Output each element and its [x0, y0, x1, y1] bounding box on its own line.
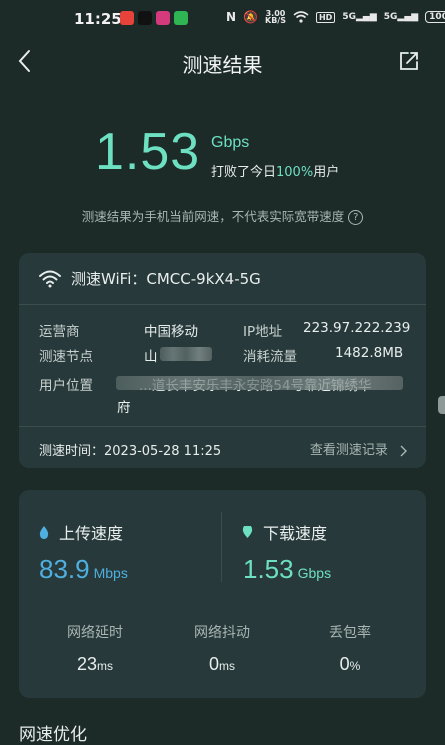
- download-label-row: 下载速度: [242, 520, 327, 544]
- side-pull-handle[interactable]: [438, 396, 445, 414]
- divider: [221, 512, 222, 582]
- packet-loss-value: 0%: [339, 654, 361, 674]
- signal-icon-1: 5G▂▄▆: [342, 12, 377, 22]
- carrier-label: 运营商: [39, 324, 80, 340]
- location-label: 用户位置: [39, 378, 93, 394]
- nav-bar: 测速结果: [0, 40, 445, 82]
- packet-loss-label: 丢包率: [329, 625, 371, 641]
- chevron-right-icon: [400, 445, 407, 456]
- wifi-icon: [39, 270, 61, 287]
- wifi-row: 测速WiFi：CMCC-9kX4-5G: [39, 268, 261, 289]
- upload-value: 83.9 Mbps: [39, 554, 128, 584]
- redacted-location: [116, 376, 403, 390]
- help-icon[interactable]: ?: [348, 210, 364, 225]
- test-info-card: 测速WiFi：CMCC-9kX4-5G 运营商 中国移动 IP地址 223.97…: [19, 253, 426, 468]
- status-time: 11:25: [74, 10, 122, 28]
- tiktok-app-icon: [138, 11, 152, 25]
- test-time: 测速时间：2023-05-28 11:25: [39, 444, 222, 459]
- packet-loss-metric: 丢包率 0%: [290, 622, 410, 675]
- traffic-label: 消耗流量: [243, 349, 297, 365]
- jitter-value: 0ms: [208, 654, 235, 674]
- jitter-metric: 网络抖动 0ms: [162, 622, 282, 675]
- upload-drop-icon: [39, 525, 49, 539]
- status-app-icons: [120, 11, 188, 25]
- page-title: 测速结果: [182, 53, 263, 77]
- share-button[interactable]: [396, 48, 422, 74]
- divider: [19, 426, 426, 427]
- music-app-icon: [156, 11, 170, 25]
- wifi-label: 测速WiFi：CMCC-9kX4-5G: [71, 270, 261, 288]
- node-label: 测速节点: [39, 349, 93, 365]
- upload-label-row: 上传速度: [39, 520, 123, 544]
- latency-value: 23ms: [76, 654, 114, 674]
- wifi-status-icon: [293, 11, 309, 23]
- carrier-value: 中国移动: [144, 324, 198, 340]
- result-speed-value: 1.53: [95, 123, 201, 181]
- redacted-node: [160, 347, 212, 361]
- beat-percent: 100%: [276, 165, 314, 180]
- wechat-app-icon: [174, 11, 188, 25]
- share-icon: [400, 52, 418, 70]
- speed-results-card: 上传速度 83.9 Mbps 下载速度 1.53 Gbps 网络延时 23ms 网络…: [19, 490, 426, 698]
- hd-badge: HD: [315, 11, 336, 23]
- node-value: 山: [144, 349, 158, 365]
- ip-label: IP地址: [243, 324, 283, 340]
- status-indicators: N 🔕 3.00 KB/S HD 5G▂▄▆ 5G▂▄▆ 100: [226, 9, 445, 25]
- beat-users-text: 打败了今日100%用户: [211, 165, 340, 180]
- network-speed: 3.00 KB/S: [265, 9, 286, 25]
- disclaimer-text: 测速结果为手机当前网速，不代表实际宽带速度?: [0, 206, 445, 225]
- jitter-label: 网络抖动: [194, 625, 250, 641]
- traffic-value: 1482.8MB: [335, 345, 404, 361]
- latency-label: 网络延时: [67, 625, 123, 641]
- latency-metric: 网络延时 23ms: [35, 622, 155, 675]
- download-value: 1.53 Gbps: [243, 554, 332, 584]
- mute-icon: 🔕: [243, 10, 258, 24]
- result-speed-unit: Gbps: [211, 134, 250, 151]
- nfc-icon: N: [226, 10, 237, 24]
- location-value-line2: 府: [117, 400, 131, 416]
- ip-value: 223.97.222.239: [303, 320, 411, 336]
- signal-icon-2: 5G▂▄▆: [383, 12, 419, 22]
- upload-label: 上传速度: [59, 524, 124, 543]
- status-bar: 11:25 N 🔕 3.00 KB/S HD 5G▂▄▆ 5G▂▄▆ 100: [0, 0, 445, 36]
- download-drop-icon: [242, 526, 253, 538]
- download-label: 下载速度: [263, 524, 328, 543]
- view-history-link[interactable]: 查看测速记录: [310, 439, 408, 458]
- divider: [19, 304, 426, 305]
- map-app-icon: [120, 11, 134, 25]
- battery-indicator: 100: [425, 11, 445, 23]
- speed-optimization-title: 网速优化: [19, 725, 87, 745]
